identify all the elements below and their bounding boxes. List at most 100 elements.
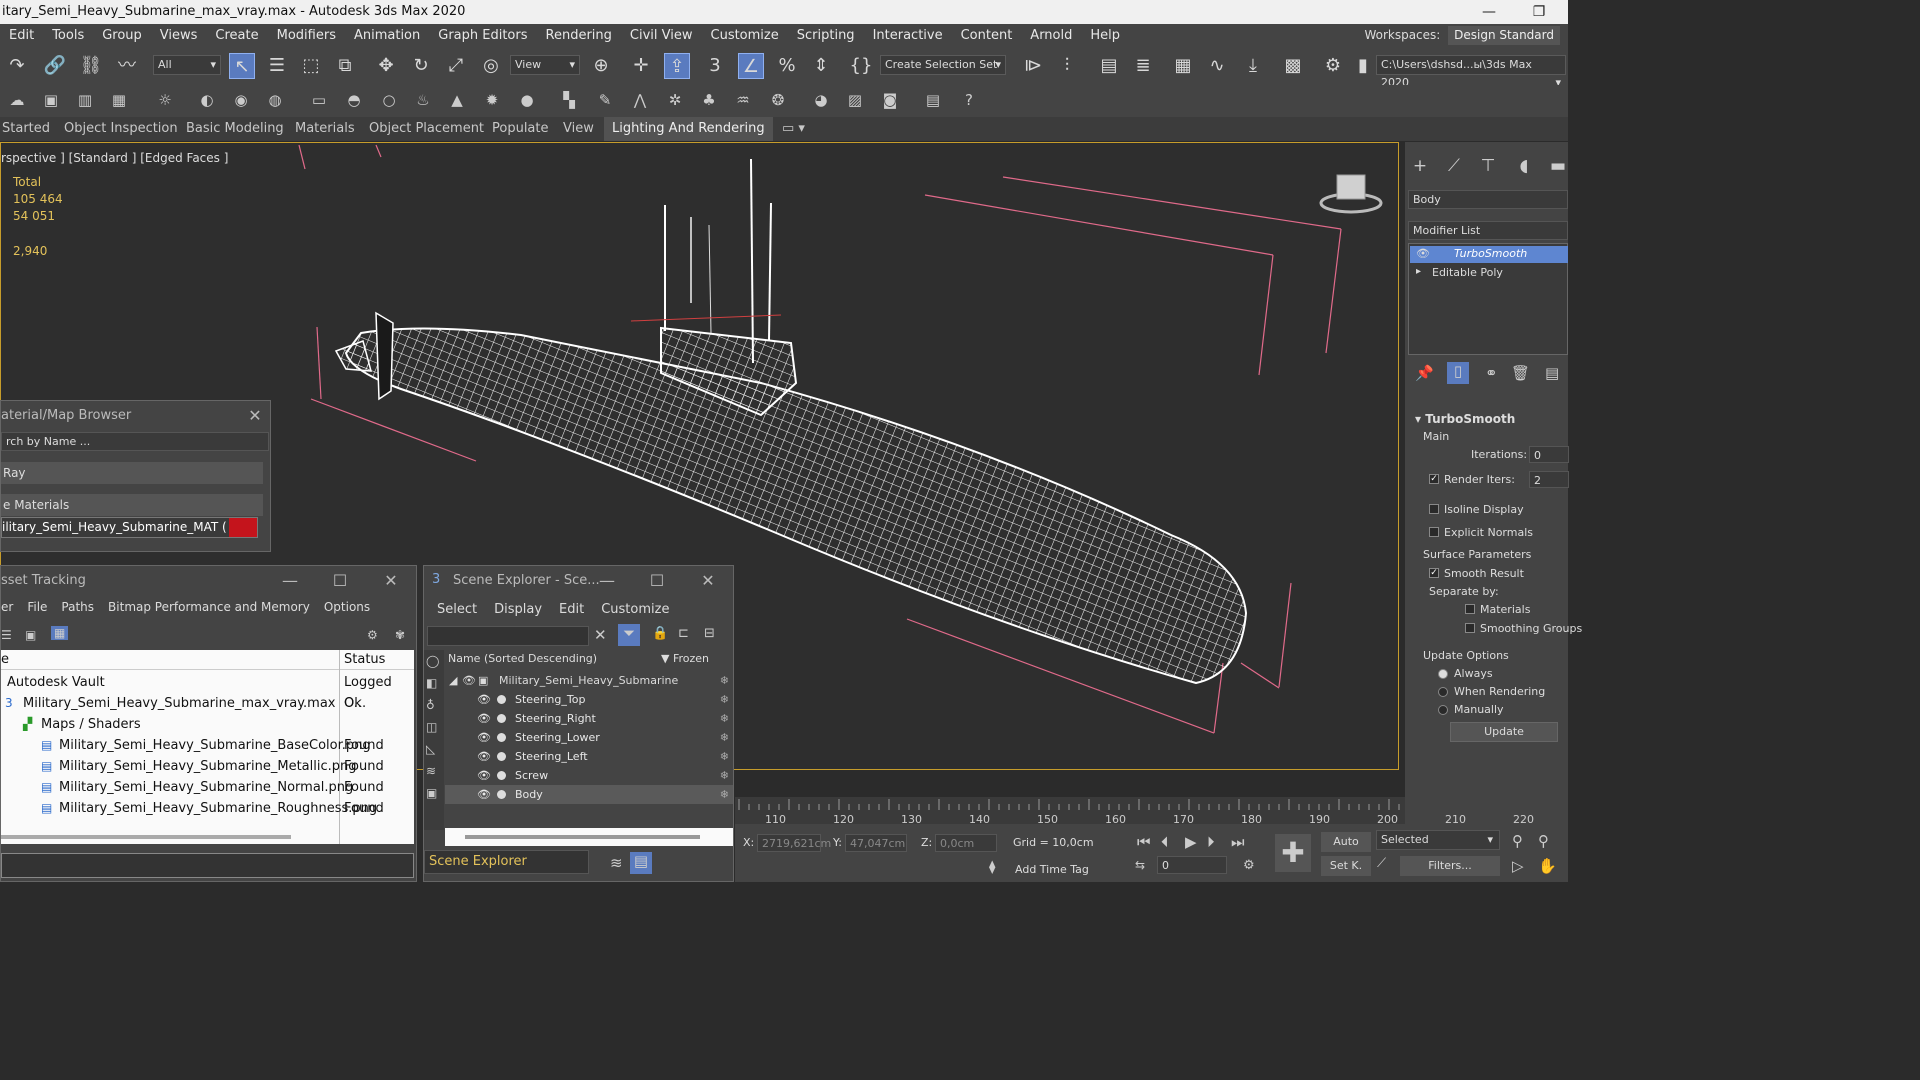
maximize-icon[interactable]: ☐ — [643, 566, 671, 596]
expand-arrow-icon[interactable]: ▸ — [1416, 266, 1421, 277]
menu-help[interactable]: Help — [1081, 24, 1129, 47]
col-name-header[interactable]: e — [1, 650, 9, 670]
isoline-checkbox[interactable]: Isoline Display — [1429, 503, 1524, 516]
menu-interactive[interactable]: Interactive — [864, 24, 952, 47]
light-lister-icon[interactable]: ☼ — [154, 89, 176, 111]
ribbon-tab-view[interactable]: View — [563, 117, 594, 141]
col-name-header[interactable]: Name (Sorted Descending) — [448, 650, 597, 668]
plane-icon[interactable]: ▭ — [308, 89, 330, 111]
time-config-icon[interactable]: ⚙ — [1243, 858, 1255, 873]
hair-icon[interactable]: ♒ — [732, 89, 754, 111]
minimize-button[interactable]: — — [1466, 0, 1512, 24]
menu-content[interactable]: Content — [952, 24, 1022, 47]
bind-spacewarp-icon[interactable]: 〰 — [114, 53, 140, 79]
modifier-list-dropdown[interactable]: Modifier List — [1408, 221, 1568, 240]
vault-icon[interactable]: ⚙ — [367, 628, 378, 642]
material-editor-icon[interactable]: ▩ — [1280, 53, 1306, 79]
table-view-icon[interactable]: ▦ — [51, 626, 69, 640]
field-of-view-icon[interactable]: ▷ — [1512, 857, 1524, 875]
display-groups-icon[interactable]: ▣ — [426, 786, 437, 800]
clear-search-icon[interactable]: ✕ — [594, 626, 607, 644]
iterations-spinner[interactable]: 0 — [1529, 446, 1569, 463]
layers-icon[interactable]: ≋ — [610, 854, 623, 872]
material-search-input[interactable]: rch by Name ... — [1, 432, 269, 451]
scene-item-steering-left[interactable]: 👁 Steering_Left ❄ — [445, 747, 733, 766]
grid-icon[interactable]: ▚ — [558, 89, 580, 111]
cone-icon[interactable]: ▲ — [446, 89, 468, 111]
display-tab-icon[interactable]: ▬ — [1545, 154, 1571, 178]
freeze-icon[interactable]: ❄ — [720, 671, 729, 690]
set-key-button[interactable]: Set K. — [1321, 856, 1371, 876]
show-end-result-icon[interactable]: ▯ — [1447, 362, 1469, 384]
curve-editor-icon[interactable]: ∿ — [1204, 53, 1230, 79]
menu-modifiers[interactable]: Modifiers — [268, 24, 345, 47]
auto-key-button[interactable]: Auto — [1321, 832, 1371, 852]
filters-button[interactable]: Filters... — [1400, 856, 1500, 876]
render-icon[interactable]: ◍ — [264, 89, 286, 111]
menu-graph-editors[interactable]: Graph Editors — [429, 24, 536, 47]
eye-icon[interactable]: 👁 — [477, 766, 491, 785]
scene-item-body[interactable]: 👁 Body ❄ — [445, 785, 733, 804]
freeze-icon[interactable]: ❄ — [720, 728, 729, 747]
layer-explorer-icon[interactable]: ≣ — [1130, 53, 1156, 79]
scene-menu-display[interactable]: Display — [494, 602, 542, 617]
schematic-view-icon[interactable]: ⤓ — [1240, 53, 1266, 79]
select-manipulate-icon[interactable]: ✛ — [628, 53, 654, 79]
sun-icon[interactable]: ✹ — [481, 89, 503, 111]
display-none-icon[interactable]: ◯ — [426, 654, 439, 668]
lock-icon[interactable]: 🔒 — [652, 626, 668, 641]
place-icon[interactable]: ◎ — [478, 53, 504, 79]
select-by-name-icon[interactable]: ☰ — [264, 53, 290, 79]
menu-animation[interactable]: Animation — [345, 24, 429, 47]
gear-icon[interactable]: ✲ — [664, 89, 686, 111]
scene-item-screw[interactable]: 👁 Screw ❄ — [445, 766, 733, 785]
x-coordinate-field[interactable]: 2719,621cm — [757, 834, 831, 852]
when-rendering-radio[interactable]: When Rendering — [1438, 685, 1545, 698]
menu-group[interactable]: Group — [93, 24, 151, 47]
collapse-arrow-icon[interactable]: ◢ — [449, 671, 457, 690]
eye-icon[interactable]: 👁 — [477, 690, 491, 709]
freeze-icon[interactable]: ❄ — [720, 690, 729, 709]
close-icon[interactable]: ✕ — [241, 401, 269, 431]
freeze-icon[interactable]: ❄ — [720, 709, 729, 728]
plant-icon[interactable]: ♣ — [698, 89, 720, 111]
render-image-icon[interactable]: ▣ — [40, 89, 62, 111]
horizontal-scrollbar[interactable] — [1, 835, 291, 839]
rotate-icon[interactable]: ↻ — [408, 53, 434, 79]
ribbon-tab-started[interactable]: Started — [2, 117, 50, 141]
render-iters-checkbox[interactable]: ✓ Render Iters: — [1429, 473, 1515, 486]
key-selection-dropdown[interactable]: Selected ▾ — [1376, 830, 1500, 850]
smooth-result-checkbox[interactable]: ✓ Smooth Result — [1429, 567, 1524, 580]
menu-tools[interactable]: Tools — [43, 24, 93, 47]
freeze-icon[interactable]: ❄ — [720, 785, 729, 804]
cloud-icon[interactable]: ☁ — [6, 89, 28, 111]
col-status-header[interactable]: Status — [344, 650, 385, 670]
tripod-icon[interactable]: ⋀ — [629, 89, 651, 111]
eye-icon[interactable]: 👁 — [1416, 247, 1430, 260]
create-tab-icon[interactable]: + — [1407, 154, 1433, 178]
keyboard-shortcut-icon[interactable]: ⇪ — [664, 53, 690, 79]
selection-filter-dropdown[interactable]: All ▾ — [153, 55, 221, 75]
scene-menu-customize[interactable]: Customize — [601, 602, 669, 617]
settings-panel-icon[interactable]: ▤ — [922, 89, 944, 111]
next-frame-icon[interactable]: ⏵ — [1207, 833, 1215, 851]
make-unique-icon[interactable]: ⚭ — [1485, 364, 1498, 382]
stack-item-editable-poly[interactable]: ▸ Editable Poly — [1410, 265, 1568, 282]
project-path-dropdown[interactable]: C:\Users\dshsd...ы\3ds Max 2020 ▾ — [1376, 55, 1566, 89]
link-icon[interactable]: 🔗 — [42, 53, 68, 79]
motion-tab-icon[interactable]: ◖ — [1511, 154, 1537, 178]
modify-tab-icon[interactable]: ⟋ — [1441, 154, 1467, 178]
fur-icon[interactable]: ❂ — [767, 89, 789, 111]
hierarchy-icon[interactable]: ⊏ — [678, 626, 689, 641]
add-time-tag-label[interactable]: Add Time Tag — [1015, 863, 1089, 876]
unlink-icon[interactable]: ⛓ — [78, 53, 104, 79]
time-slider-ruler[interactable]: 110 120 130 140 150 160 170 180 190 200 210 220 — [735, 797, 1534, 826]
rollout-title[interactable]: ▾ TurboSmooth — [1415, 412, 1515, 426]
scene-item-steering-right[interactable]: 👁 Steering_Right ❄ — [445, 709, 733, 728]
current-frame-field[interactable]: 0 — [1157, 856, 1227, 874]
render-frame-icon[interactable]: ▮ — [1350, 53, 1376, 79]
paint-icon[interactable]: ✎ — [594, 89, 616, 111]
pivot-center-icon[interactable]: ⊕ — [588, 53, 614, 79]
y-coordinate-field[interactable]: 47,047cm — [845, 834, 907, 852]
close-icon[interactable]: ✕ — [377, 566, 405, 596]
